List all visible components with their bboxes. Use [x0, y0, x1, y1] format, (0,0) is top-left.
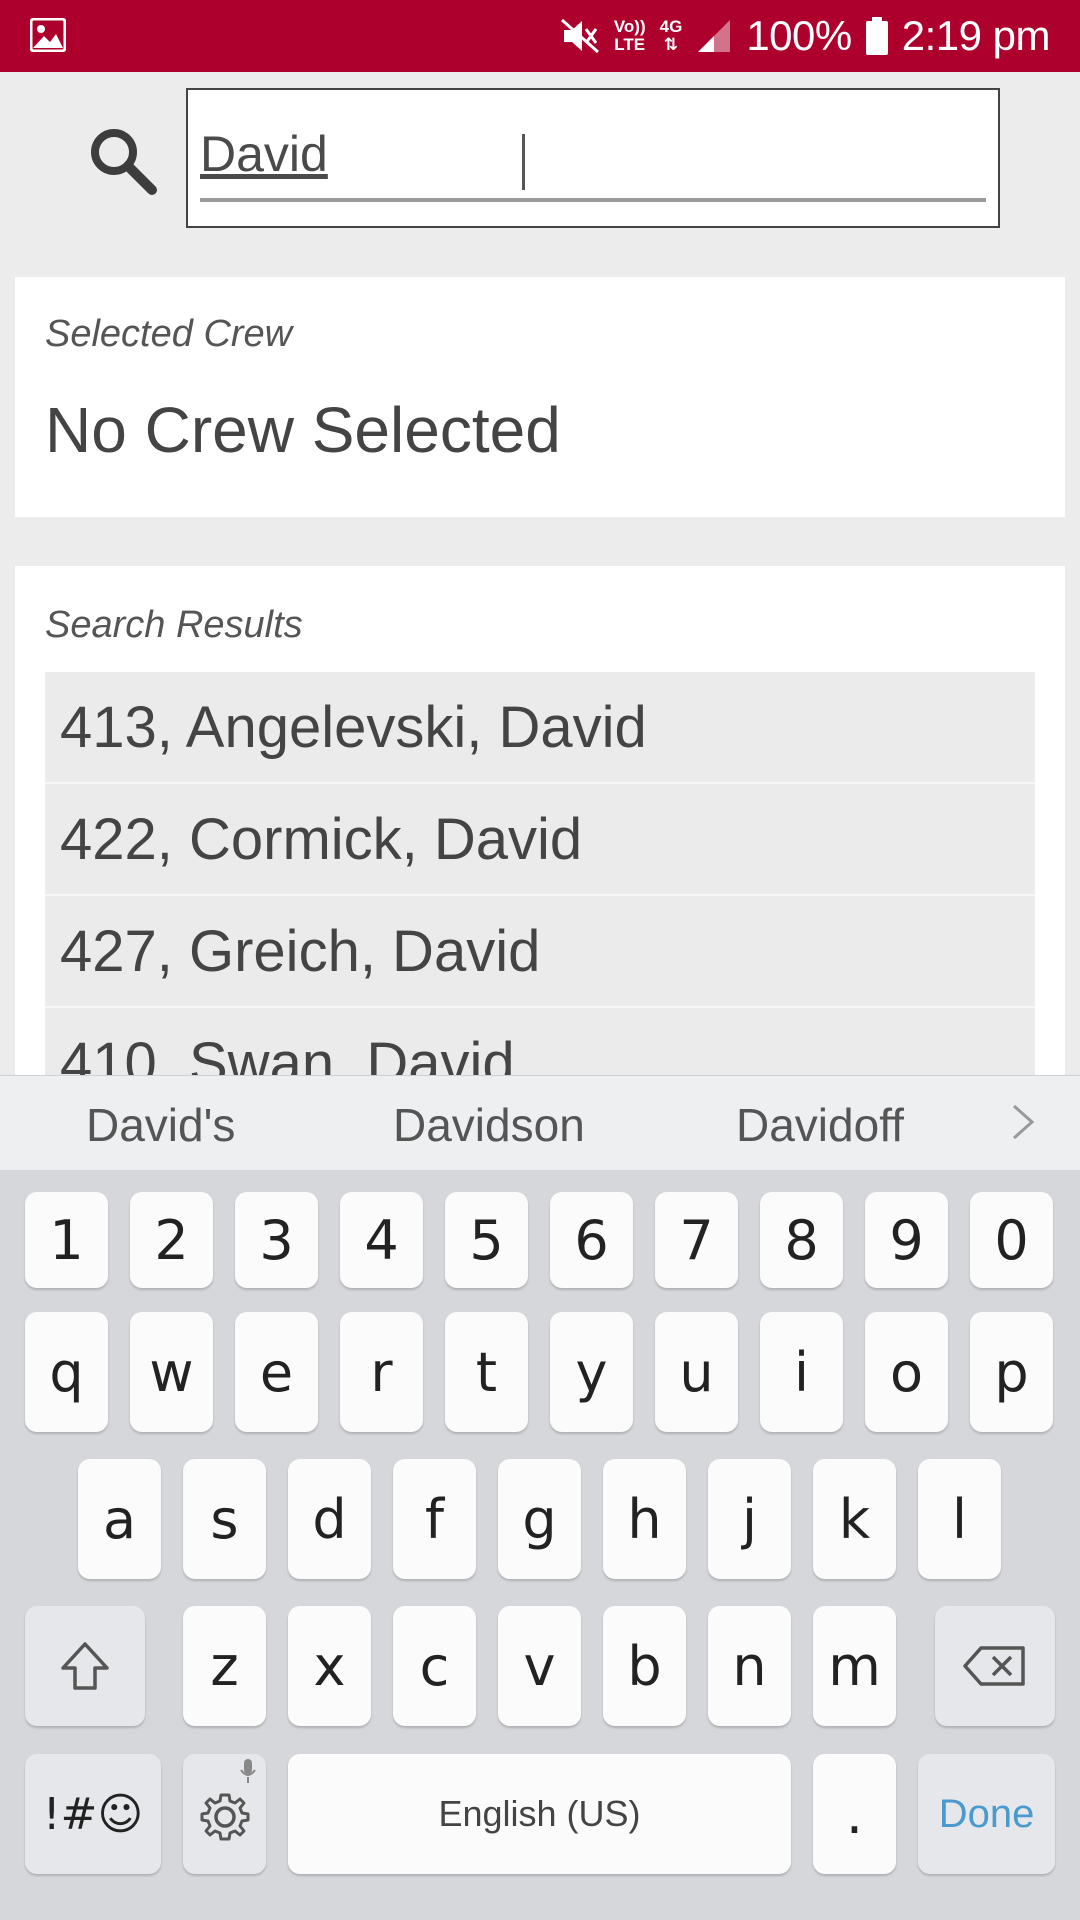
- list-item[interactable]: 422, Cormick, David: [45, 784, 1035, 896]
- microphone-icon: [240, 1759, 256, 1783]
- done-button[interactable]: Done: [918, 1754, 1055, 1874]
- key-1[interactable]: 1: [25, 1192, 108, 1288]
- space-key[interactable]: English (US): [288, 1754, 791, 1874]
- period-key[interactable]: .: [813, 1754, 896, 1874]
- gear-icon: [200, 1793, 249, 1841]
- key-n[interactable]: n: [708, 1606, 791, 1726]
- key-x[interactable]: x: [288, 1606, 371, 1726]
- key-6[interactable]: 6: [550, 1192, 633, 1288]
- key-2[interactable]: 2: [130, 1192, 213, 1288]
- search-icon[interactable]: [86, 124, 158, 196]
- symbols-key[interactable]: !#☺: [25, 1754, 161, 1874]
- selected-crew-value: No Crew Selected: [45, 394, 561, 466]
- key-v[interactable]: v: [498, 1606, 581, 1726]
- key-a[interactable]: a: [78, 1459, 161, 1579]
- key-4[interactable]: 4: [340, 1192, 423, 1288]
- key-z[interactable]: z: [183, 1606, 266, 1726]
- list-item[interactable]: 413, Angelevski, David: [45, 672, 1035, 784]
- battery-percent: 100%: [746, 12, 852, 59]
- volte-top-label: Vo)): [613, 17, 646, 36]
- settings-key[interactable]: [183, 1754, 266, 1874]
- search-field[interactable]: [186, 88, 1000, 228]
- volte-bottom-label: LTE: [614, 35, 646, 54]
- network-4g-icon: 4G ⇅: [660, 18, 683, 54]
- key-u[interactable]: u: [655, 1312, 738, 1432]
- volte-icon: Vo)) LTE: [614, 18, 646, 54]
- key-t[interactable]: t: [445, 1312, 528, 1432]
- status-icons: Vo)) LTE 4G ⇅ 100% 2:19 pm: [560, 0, 1051, 72]
- key-w[interactable]: w: [130, 1312, 213, 1432]
- signal-icon: [698, 20, 731, 52]
- status-bar: Vo)) LTE 4G ⇅ 100% 2:19 pm: [0, 0, 1080, 72]
- key-k[interactable]: k: [813, 1459, 896, 1579]
- key-d[interactable]: d: [288, 1459, 371, 1579]
- key-i[interactable]: i: [760, 1312, 843, 1432]
- key-8[interactable]: 8: [760, 1192, 843, 1288]
- key-f[interactable]: f: [393, 1459, 476, 1579]
- search-results-label: Search Results: [45, 604, 303, 646]
- data-arrows-icon: ⇅: [663, 35, 679, 54]
- results-list: 413, Angelevski, David 422, Cormick, Dav…: [45, 672, 1035, 1120]
- network-label: 4G: [659, 17, 683, 36]
- key-g[interactable]: g: [498, 1459, 581, 1579]
- key-c[interactable]: c: [393, 1606, 476, 1726]
- key-b[interactable]: b: [603, 1606, 686, 1726]
- mute-icon: [560, 18, 599, 54]
- search-results-card: Search Results 413, Angelevski, David 42…: [15, 566, 1065, 1120]
- key-0[interactable]: 0: [970, 1192, 1053, 1288]
- shift-icon: [61, 1642, 109, 1690]
- text-cursor: [522, 134, 525, 190]
- key-7[interactable]: 7: [655, 1192, 738, 1288]
- backspace-key[interactable]: [935, 1606, 1055, 1726]
- key-o[interactable]: o: [865, 1312, 948, 1432]
- key-h[interactable]: h: [603, 1459, 686, 1579]
- key-s[interactable]: s: [183, 1459, 266, 1579]
- suggestion-item[interactable]: Davidson: [393, 1098, 585, 1152]
- suggestion-item[interactable]: David's: [86, 1098, 235, 1152]
- suggestion-bar: David's Davidson Davidoff: [0, 1075, 1080, 1170]
- search-bar: [0, 72, 1080, 272]
- gallery-icon: [30, 18, 66, 52]
- selected-crew-card: Selected Crew No Crew Selected: [15, 277, 1065, 517]
- key-j[interactable]: j: [708, 1459, 791, 1579]
- key-r[interactable]: r: [340, 1312, 423, 1432]
- key-3[interactable]: 3: [235, 1192, 318, 1288]
- shift-key[interactable]: [25, 1606, 145, 1726]
- key-p[interactable]: p: [970, 1312, 1053, 1432]
- key-5[interactable]: 5: [445, 1192, 528, 1288]
- key-l[interactable]: l: [918, 1459, 1001, 1579]
- chevron-right-icon[interactable]: [1008, 1102, 1038, 1142]
- backspace-icon: [963, 1646, 1025, 1686]
- keyboard: David's Davidson Davidoff 1 2 3 4 5 6 7 …: [0, 1075, 1080, 1920]
- key-y[interactable]: y: [550, 1312, 633, 1432]
- clock: 2:19 pm: [901, 12, 1051, 59]
- key-q[interactable]: q: [25, 1312, 108, 1432]
- selected-crew-label: Selected Crew: [45, 313, 293, 355]
- key-9[interactable]: 9: [865, 1192, 948, 1288]
- key-e[interactable]: e: [235, 1312, 318, 1432]
- list-item[interactable]: 427, Greich, David: [45, 896, 1035, 1008]
- search-input[interactable]: [200, 116, 986, 192]
- search-underline: [200, 198, 986, 202]
- suggestion-item[interactable]: Davidoff: [736, 1098, 904, 1152]
- key-m[interactable]: m: [813, 1606, 896, 1726]
- battery-icon: [865, 17, 888, 55]
